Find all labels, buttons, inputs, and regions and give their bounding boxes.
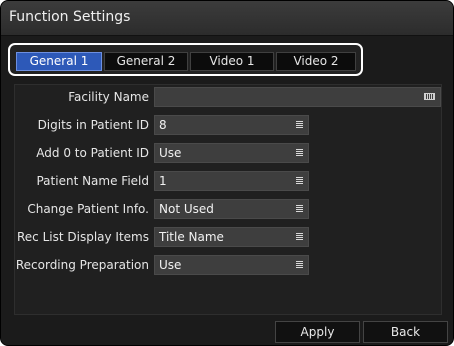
dropdown-list-icon [296, 149, 303, 157]
tab-video-2[interactable]: Video 2 [276, 52, 356, 71]
add-zero-to-patient-id-label: Add 0 to Patient ID [36, 146, 149, 160]
tab-general-2[interactable]: General 2 [104, 52, 188, 71]
add-zero-to-patient-id-select[interactable]: Use [154, 143, 309, 163]
keyboard-icon[interactable] [424, 93, 435, 100]
recording-preparation-select[interactable]: Use [154, 255, 309, 275]
digits-in-patient-id-select[interactable]: 8 [154, 115, 309, 135]
recording-preparation-value: Use [159, 258, 182, 272]
dropdown-list-icon [296, 177, 303, 185]
patient-name-field-label: Patient Name Field [36, 174, 149, 188]
back-button[interactable]: Back [363, 321, 448, 343]
window-title: Function Settings [9, 9, 131, 25]
add-zero-to-patient-id-value: Use [159, 146, 182, 160]
apply-button[interactable]: Apply [275, 321, 360, 343]
change-patient-info-value: Not Used [159, 202, 214, 216]
tab-video-1[interactable]: Video 1 [190, 52, 274, 71]
change-patient-info-label: Change Patient Info. [27, 202, 149, 216]
dropdown-list-icon [296, 205, 303, 213]
digits-in-patient-id-value: 8 [159, 118, 167, 132]
facility-name-label: Facility Name [68, 90, 149, 104]
function-settings-window: Function Settings General 1 General 2 Vi… [0, 0, 454, 346]
rec-list-display-items-value: Title Name [159, 230, 224, 244]
rec-list-display-items-select[interactable]: Title Name [154, 227, 309, 247]
digits-in-patient-id-label: Digits in Patient ID [37, 118, 149, 132]
recording-preparation-label: Recording Preparation [15, 258, 149, 272]
dropdown-list-icon [296, 121, 303, 129]
title-bar: Function Settings [1, 1, 453, 36]
patient-name-field-select[interactable]: 1 [154, 171, 309, 191]
patient-name-field-value: 1 [159, 174, 167, 188]
tab-general-1[interactable]: General 1 [16, 52, 102, 71]
tab-group: General 1 General 2 Video 1 Video 2 [8, 43, 363, 76]
dropdown-list-icon [296, 233, 303, 241]
dropdown-list-icon [296, 261, 303, 269]
facility-name-field[interactable] [154, 87, 441, 107]
change-patient-info-select[interactable]: Not Used [154, 199, 309, 219]
rec-list-display-items-label: Rec List Display Items [17, 230, 149, 244]
